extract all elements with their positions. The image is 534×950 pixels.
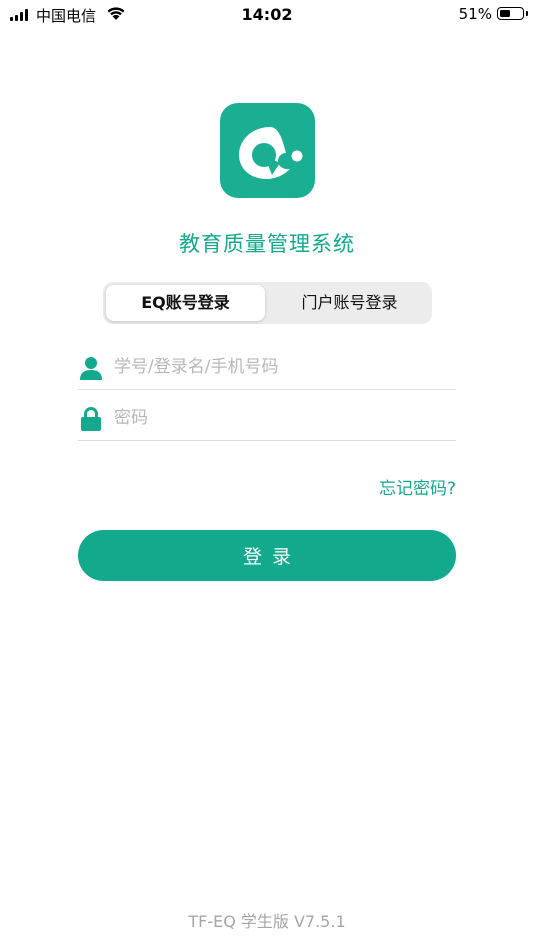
status-bar: 中国电信 14:02 51%	[0, 0, 534, 28]
forgot-password-link[interactable]: 忘记密码?	[379, 474, 456, 499]
login-type-tabs: EQ账号登录 门户账号登录	[103, 282, 432, 324]
eq-logo-icon	[220, 103, 315, 198]
username-input[interactable]	[114, 352, 444, 382]
app-version: TF-EQ 学生版 V7.5.1	[188, 912, 346, 931]
lock-icon	[81, 407, 101, 431]
battery-level-fill	[499, 9, 511, 17]
username-field	[78, 346, 456, 390]
battery-tip	[526, 11, 528, 16]
tab-portal-account-login[interactable]: 门户账号登录	[270, 285, 429, 321]
password-input[interactable]	[114, 403, 444, 433]
password-field	[78, 397, 456, 441]
user-icon	[80, 357, 102, 380]
battery-icon	[497, 7, 524, 20]
login-screen: 中国电信 14:02 51% 教育质量管理系统 EQ账号登录 门户账号登录 学号…	[0, 0, 534, 950]
battery-percent: 51%	[458, 5, 492, 23]
login-button[interactable]: 登录	[78, 530, 456, 581]
tab-eq-account-login[interactable]: EQ账号登录	[106, 285, 265, 321]
app-title: 教育质量管理系统	[179, 232, 355, 256]
status-time: 14:02	[241, 5, 293, 24]
